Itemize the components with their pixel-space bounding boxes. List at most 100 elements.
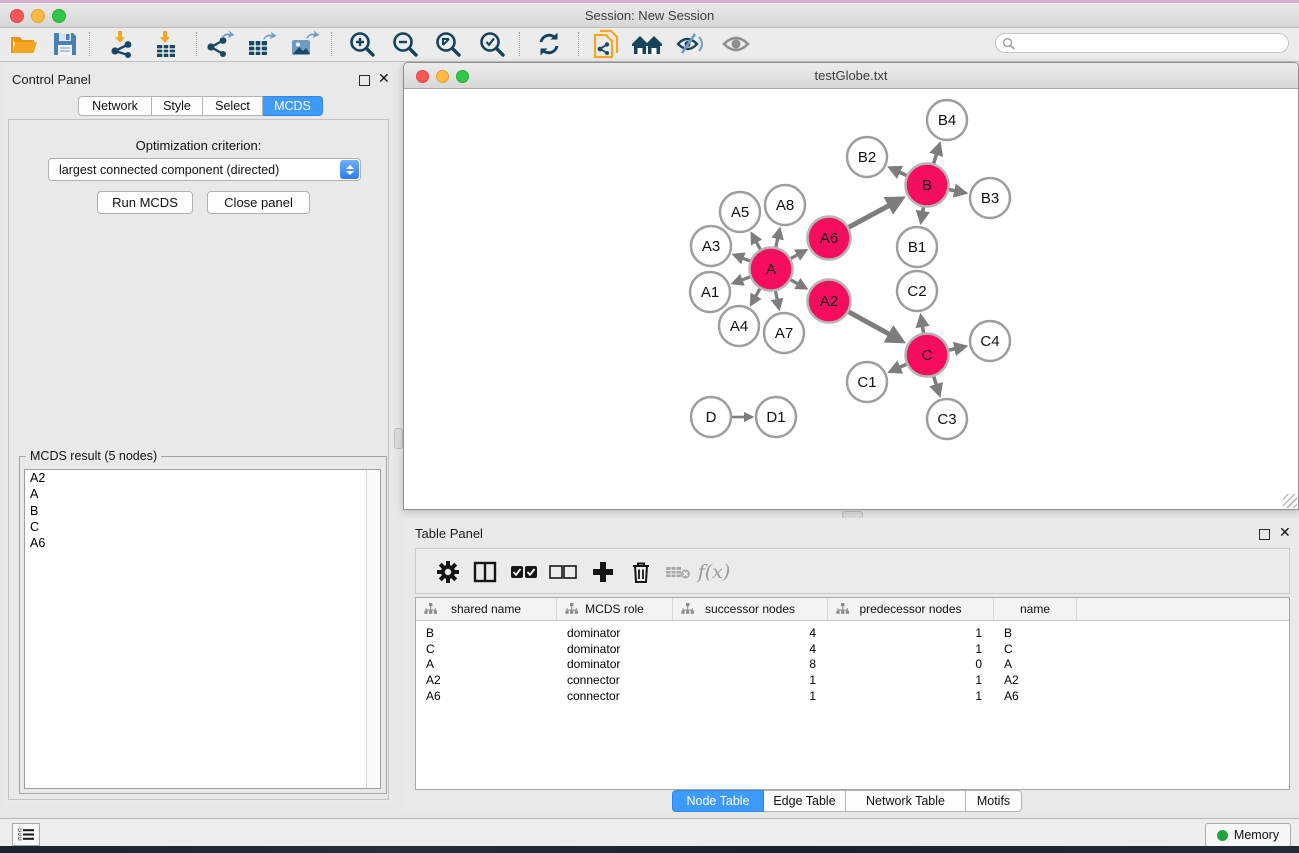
network-graph-canvas[interactable]: AA1A2A3A4A5A6A7A8BB1B2B3B4CC1C2C3C4DD1	[404, 88, 1298, 508]
scrollbar-track[interactable]	[366, 470, 380, 788]
cell-mcds-role[interactable]: connector	[557, 689, 673, 703]
tab-select[interactable]: Select	[203, 96, 263, 116]
tab-network-table[interactable]: Network Table	[846, 790, 966, 812]
mcds-result-item[interactable]: A	[25, 486, 380, 502]
graph-node-C1[interactable]: C1	[847, 362, 887, 402]
deselect-all-button[interactable]	[547, 557, 579, 587]
delete-column-button[interactable]	[625, 557, 657, 587]
column-header-predecessor-nodes[interactable]: predecessor nodes	[828, 598, 994, 620]
zoom-fit-button[interactable]	[431, 29, 465, 59]
graph-node-C2[interactable]: C2	[897, 271, 937, 311]
cell-predecessor-nodes[interactable]: 1	[828, 626, 994, 640]
cell-predecessor-nodes[interactable]: 1	[828, 689, 994, 703]
search-input[interactable]	[1015, 35, 1288, 51]
tab-motifs[interactable]: Motifs	[966, 790, 1022, 812]
cell-successor-nodes[interactable]: 4	[673, 626, 828, 640]
close-panel-action-button[interactable]: Close panel	[207, 191, 310, 214]
table-row[interactable]: A6connector11A6	[416, 688, 1289, 704]
graph-edge-A2-C[interactable]	[846, 310, 890, 334]
cell-shared-name[interactable]: A	[416, 657, 557, 671]
mcds-result-item[interactable]: A2	[25, 470, 380, 486]
cell-name[interactable]: A2	[994, 673, 1077, 687]
export-image-button[interactable]	[287, 29, 321, 59]
graph-node-A2[interactable]: A2	[808, 280, 851, 323]
criterion-dropdown[interactable]: largest connected component (directed)	[48, 158, 361, 181]
mcds-result-item[interactable]: C	[25, 519, 380, 535]
tab-node-table[interactable]: Node Table	[672, 790, 764, 812]
graph-node-A7[interactable]: A7	[764, 313, 804, 353]
graph-node-A5[interactable]: A5	[720, 192, 760, 232]
graph-node-B[interactable]: B	[906, 164, 949, 207]
graph-node-B3[interactable]: B3	[970, 178, 1010, 218]
cell-successor-nodes[interactable]: 1	[673, 673, 828, 687]
export-table-button[interactable]	[244, 29, 278, 59]
show-panels-button[interactable]	[12, 823, 40, 846]
column-header-successor-nodes[interactable]: successor nodes	[673, 598, 828, 620]
toggle-visibility-button[interactable]	[673, 29, 707, 59]
split-view-button[interactable]	[469, 557, 501, 587]
graph-node-D[interactable]: D	[691, 397, 731, 437]
graph-node-A6[interactable]: A6	[808, 217, 851, 260]
close-panel-button[interactable]: ✕	[378, 73, 390, 83]
column-header-name[interactable]: name	[994, 598, 1077, 620]
zoom-in-button[interactable]	[345, 29, 379, 59]
tab-mcds[interactable]: MCDS	[263, 96, 323, 116]
cell-name[interactable]: A6	[994, 689, 1077, 703]
cell-successor-nodes[interactable]: 8	[673, 657, 828, 671]
graph-node-B2[interactable]: B2	[847, 137, 887, 177]
cell-shared-name[interactable]: B	[416, 626, 557, 640]
select-all-button[interactable]	[508, 557, 540, 587]
run-mcds-button[interactable]: Run MCDS	[97, 191, 193, 214]
graph-node-C4[interactable]: C4	[970, 321, 1010, 361]
cell-successor-nodes[interactable]: 4	[673, 642, 828, 656]
cell-predecessor-nodes[interactable]: 1	[828, 642, 994, 656]
graph-node-A4[interactable]: A4	[719, 306, 759, 346]
graph-node-A8[interactable]: A8	[765, 185, 805, 225]
add-column-button[interactable]	[587, 557, 619, 587]
zoom-out-button[interactable]	[388, 29, 422, 59]
graph-node-A1[interactable]: A1	[690, 272, 730, 312]
vertical-splitter-handle[interactable]	[394, 428, 403, 449]
memory-button[interactable]: Memory	[1205, 823, 1291, 847]
cell-name[interactable]: B	[994, 626, 1077, 640]
cell-shared-name[interactable]: A2	[416, 673, 557, 687]
cell-mcds-role[interactable]: dominator	[557, 657, 673, 671]
graph-node-C3[interactable]: C3	[927, 399, 967, 439]
cell-predecessor-nodes[interactable]: 1	[828, 673, 994, 687]
tab-style[interactable]: Style	[152, 96, 203, 116]
close-panel-button[interactable]: ✕	[1279, 527, 1291, 537]
refresh-button[interactable]	[532, 29, 566, 59]
float-panel-button[interactable]	[1259, 527, 1270, 545]
graph-edge-A6-B[interactable]	[846, 205, 889, 229]
tab-edge-table[interactable]: Edge Table	[764, 790, 846, 812]
cell-mcds-role[interactable]: dominator	[557, 642, 673, 656]
save-session-button[interactable]	[48, 29, 82, 59]
graph-node-A[interactable]: A	[750, 248, 793, 291]
graph-node-C[interactable]: C	[906, 334, 949, 377]
float-panel-button[interactable]	[359, 73, 370, 91]
cell-predecessor-nodes[interactable]: 0	[828, 657, 994, 671]
cell-mcds-role[interactable]: connector	[557, 673, 673, 687]
zoom-selected-button[interactable]	[475, 29, 509, 59]
delete-table-button[interactable]	[662, 557, 694, 587]
column-header-mcds-role[interactable]: MCDS role	[557, 598, 673, 620]
table-row[interactable]: Cdominator41C	[416, 641, 1289, 657]
table-row[interactable]: Adominator80A	[416, 656, 1289, 672]
home-button[interactable]	[630, 29, 664, 59]
cell-successor-nodes[interactable]: 1	[673, 689, 828, 703]
new-network-button[interactable]	[588, 29, 622, 59]
graph-node-A3[interactable]: A3	[691, 226, 731, 266]
tab-network[interactable]: Network	[78, 96, 152, 116]
show-hide-button[interactable]	[719, 29, 753, 59]
table-row[interactable]: A2connector11A2	[416, 672, 1289, 688]
table-row[interactable]: Bdominator41B	[416, 625, 1289, 641]
import-table-button[interactable]	[149, 29, 183, 59]
mcds-result-item[interactable]: B	[25, 503, 380, 519]
graph-node-B1[interactable]: B1	[897, 227, 937, 267]
mcds-result-item[interactable]: A6	[25, 535, 380, 551]
cell-shared-name[interactable]: A6	[416, 689, 557, 703]
cell-mcds-role[interactable]: dominator	[557, 626, 673, 640]
open-file-button[interactable]	[7, 29, 41, 59]
function-builder-button[interactable]: f(x)	[698, 557, 730, 587]
cell-shared-name[interactable]: C	[416, 642, 557, 656]
